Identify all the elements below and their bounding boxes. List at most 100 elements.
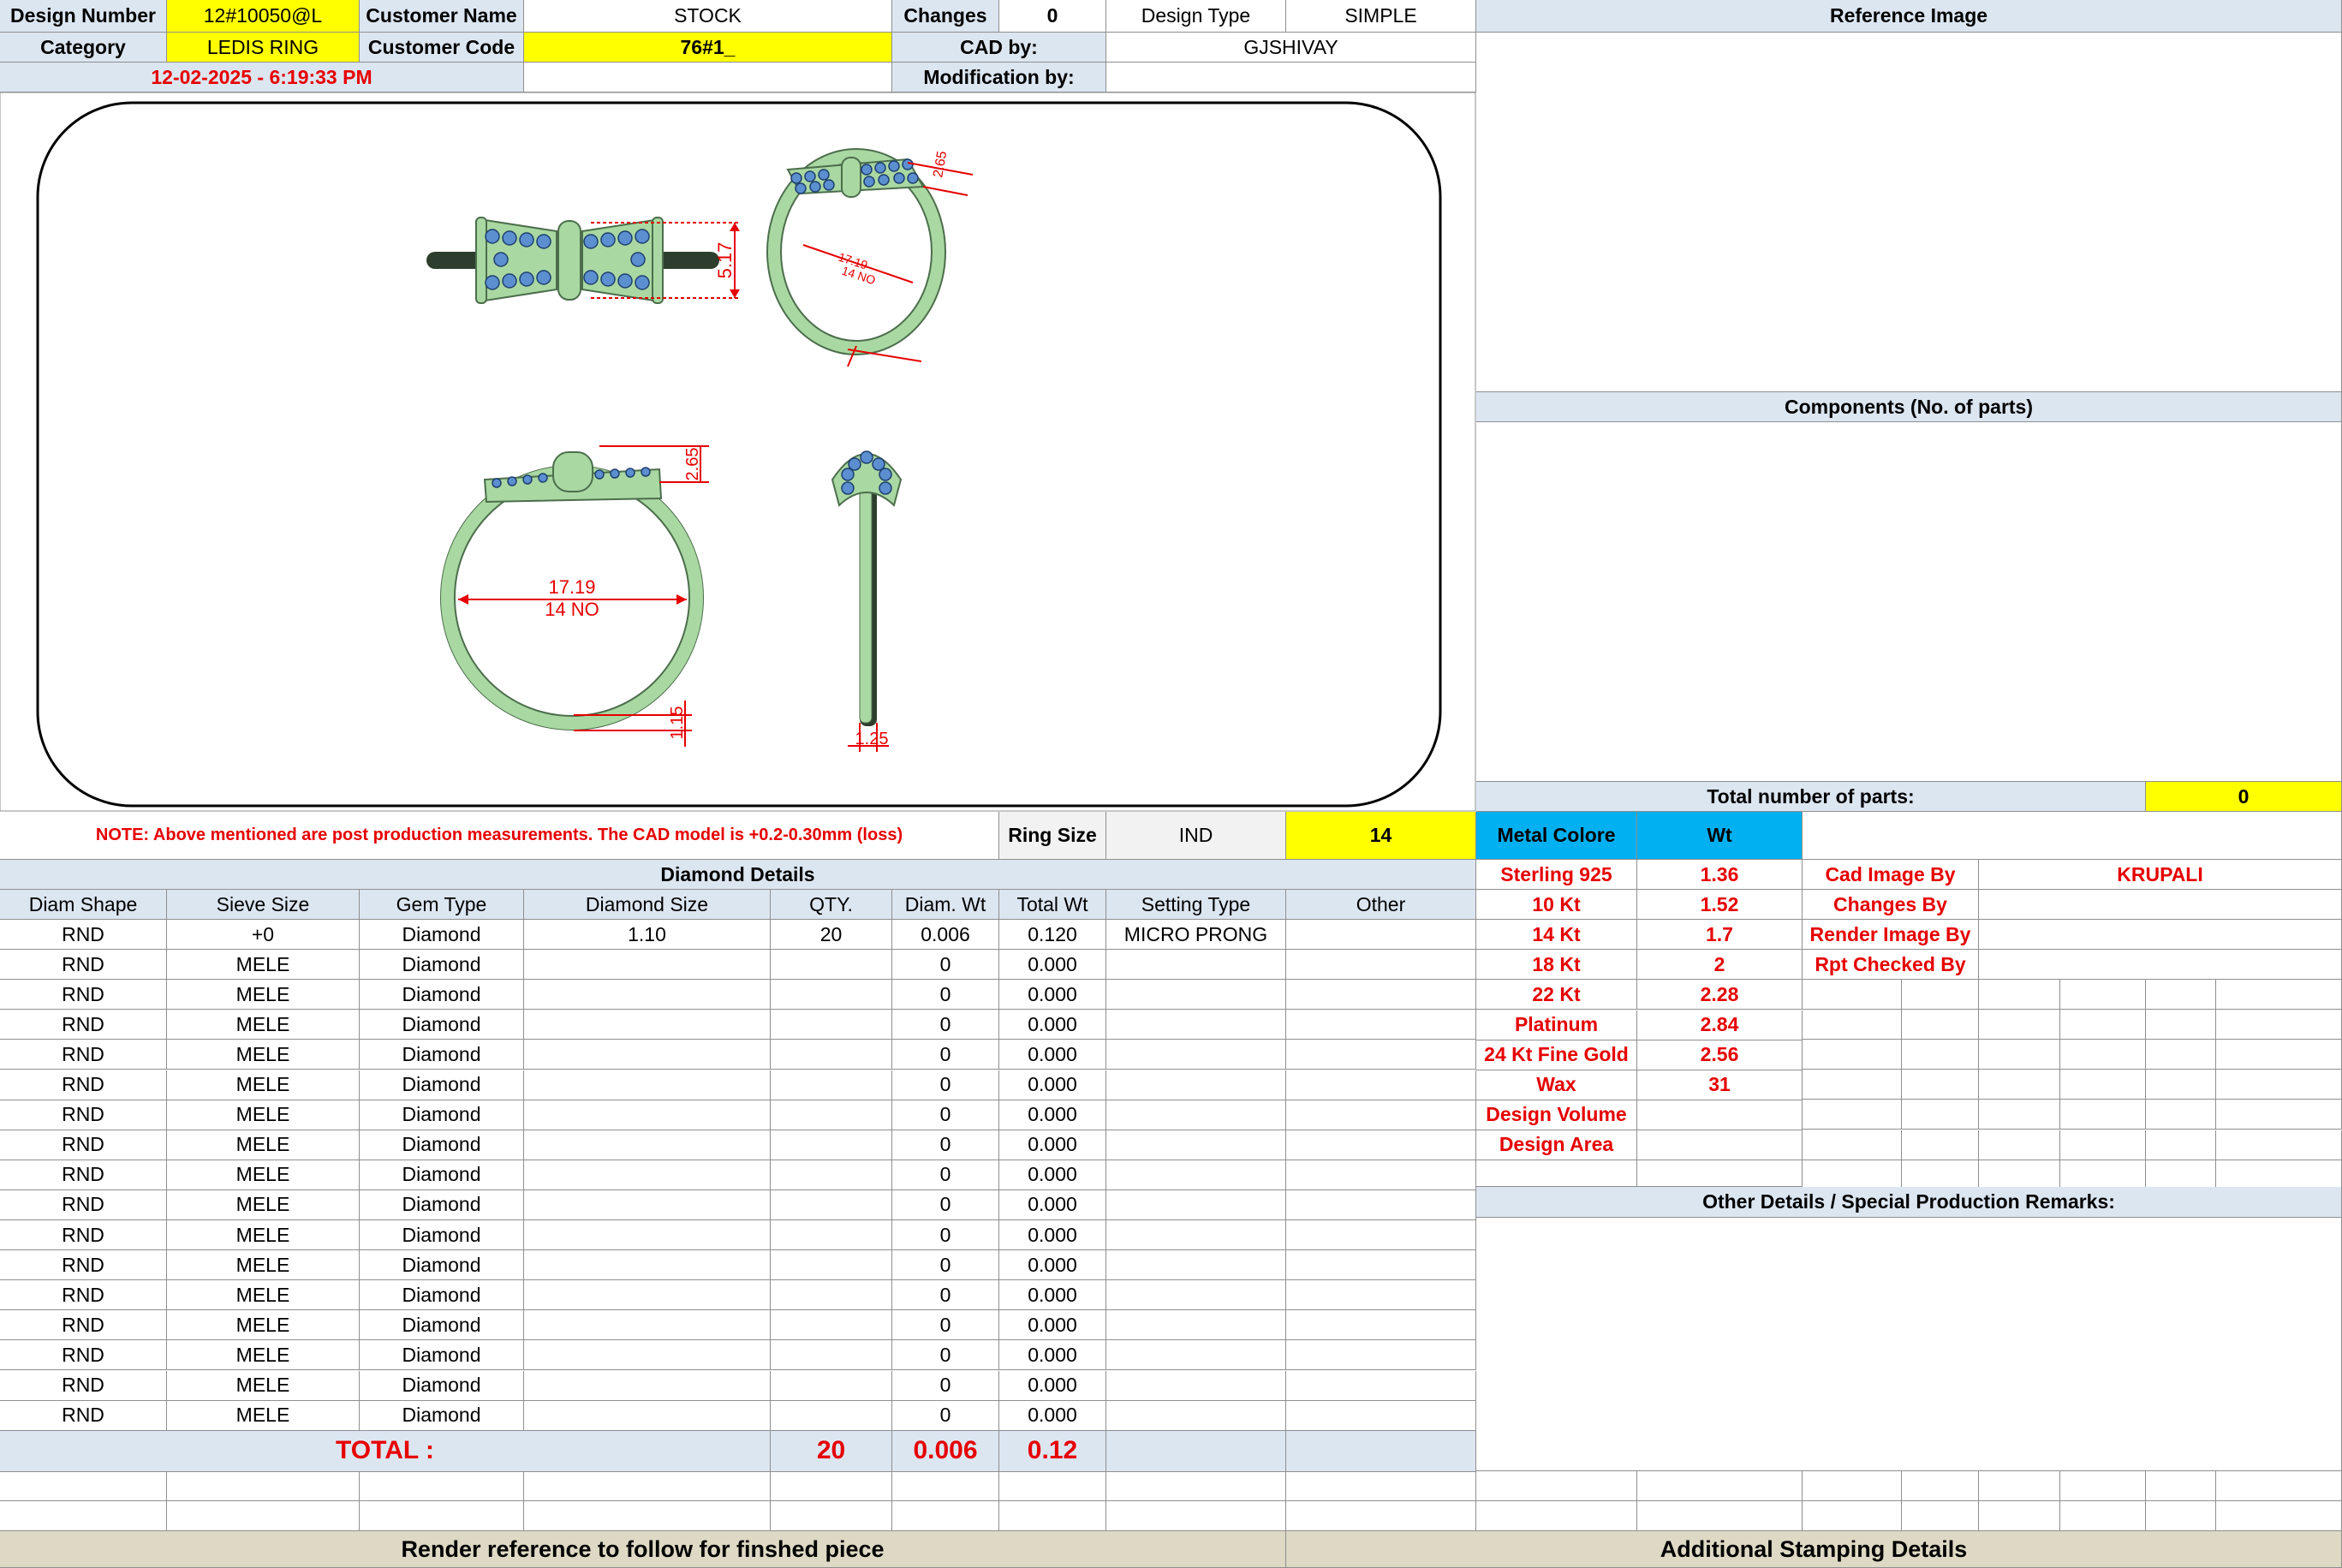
blank-cell[interactable]: [1979, 1040, 2060, 1070]
blank-cell[interactable]: [2060, 1070, 2146, 1100]
blank-cell[interactable]: [1803, 1130, 1902, 1160]
blank-cell[interactable]: [1286, 1471, 1476, 1501]
changes-value[interactable]: 0: [999, 0, 1106, 33]
blank-cell[interactable]: [2060, 1130, 2146, 1160]
blank-cell[interactable]: [1902, 1010, 1979, 1040]
blank-cell[interactable]: [1106, 1501, 1286, 1531]
diamond-cell[interactable]: [771, 1400, 892, 1431]
blank-cell[interactable]: [1902, 1100, 1979, 1130]
blank-cell[interactable]: [1979, 1471, 2060, 1501]
cad-by-value[interactable]: GJSHIVAY: [1106, 33, 1476, 63]
diamond-cell[interactable]: [524, 1010, 771, 1040]
blank-cell[interactable]: [1803, 1471, 1902, 1501]
design-number-value[interactable]: 12#10050@L: [167, 0, 360, 33]
blank-cell[interactable]: [1979, 1160, 2060, 1190]
blank-cell[interactable]: [0, 1501, 167, 1531]
diamond-cell[interactable]: [771, 1370, 892, 1401]
diamond-cell[interactable]: Diamond: [360, 980, 524, 1011]
blank-cell[interactable]: [2216, 1471, 2342, 1501]
diamond-cell[interactable]: [1106, 950, 1286, 981]
diamond-cell[interactable]: MELE: [167, 950, 360, 981]
blank-cell[interactable]: [1637, 1160, 1803, 1187]
blank-cell[interactable]: [1902, 1160, 1979, 1190]
diamond-cell[interactable]: [1106, 1400, 1286, 1431]
customer-code-value[interactable]: 76#1_: [524, 33, 892, 63]
diamond-cell[interactable]: [771, 1100, 892, 1130]
diamond-cell[interactable]: Diamond: [360, 1370, 524, 1401]
diamond-cell[interactable]: Diamond: [360, 1310, 524, 1341]
diamond-cell[interactable]: [1286, 1100, 1476, 1130]
diamond-cell[interactable]: MELE: [167, 1040, 360, 1070]
diamond-cell[interactable]: Diamond: [360, 1010, 524, 1040]
blank-cell[interactable]: [1803, 1501, 1902, 1531]
blank-cell[interactable]: [1106, 1430, 1286, 1472]
blank-cell[interactable]: [1902, 1471, 1979, 1501]
blank-cell[interactable]: [2146, 1100, 2216, 1130]
total-label[interactable]: TOTAL :: [0, 1430, 771, 1472]
diamond-cell[interactable]: [771, 1130, 892, 1160]
blank-cell[interactable]: [2060, 980, 2146, 1010]
blank-cell[interactable]: [1637, 1471, 1803, 1501]
diamond-cell[interactable]: [524, 1040, 771, 1070]
metal-name[interactable]: 10 Kt: [1476, 890, 1637, 921]
blank-cell[interactable]: [2216, 980, 2342, 1010]
diamond-cell[interactable]: [1286, 980, 1476, 1011]
metal-name[interactable]: Design Volume: [1476, 1100, 1637, 1130]
diamond-cell[interactable]: [771, 1070, 892, 1100]
diamond-cell[interactable]: [1286, 1160, 1476, 1190]
blank-cell[interactable]: [2060, 1501, 2146, 1531]
blank-cell[interactable]: [1902, 1040, 1979, 1070]
other-details-area[interactable]: [1476, 1218, 2342, 1471]
blank-cell[interactable]: [2146, 1160, 2216, 1190]
diamond-cell[interactable]: [524, 1340, 771, 1371]
blank-cell[interactable]: [1902, 1070, 1979, 1100]
diamond-cell[interactable]: [1106, 1250, 1286, 1281]
blank-cell[interactable]: [2146, 1040, 2216, 1070]
diamond-cell[interactable]: Diamond: [360, 1400, 524, 1431]
diamond-cell[interactable]: MELE: [167, 1070, 360, 1100]
blank-cell[interactable]: [892, 1501, 999, 1531]
diamond-cell[interactable]: MELE: [167, 1310, 360, 1341]
diamond-cell[interactable]: [524, 1250, 771, 1281]
blank-cell[interactable]: [1902, 1130, 1979, 1160]
diamond-cell[interactable]: [524, 1189, 771, 1220]
diamond-cell[interactable]: [1286, 1370, 1476, 1401]
blank-cell[interactable]: [0, 1471, 167, 1501]
blank-cell[interactable]: [1286, 1501, 1476, 1531]
diamond-cell[interactable]: [771, 1310, 892, 1341]
blank-cell[interactable]: [999, 1471, 1106, 1501]
diamond-col-header[interactable]: Setting Type: [1106, 890, 1286, 920]
diamond-cell[interactable]: [771, 1220, 892, 1251]
blank-cell[interactable]: [771, 1471, 892, 1501]
diamond-cell[interactable]: [524, 1280, 771, 1311]
blank-cell[interactable]: [2216, 1130, 2342, 1160]
blank-cell[interactable]: [360, 1501, 524, 1531]
category-value[interactable]: LEDIS RING: [167, 33, 360, 63]
diamond-cell[interactable]: Diamond: [360, 1340, 524, 1371]
diamond-cell[interactable]: [524, 1100, 771, 1130]
modification-by-value[interactable]: [1106, 63, 1476, 92]
diamond-cell[interactable]: Diamond: [360, 1189, 524, 1220]
diamond-cell[interactable]: MELE: [167, 1280, 360, 1311]
diamond-cell[interactable]: Diamond: [360, 1220, 524, 1251]
diamond-cell[interactable]: MELE: [167, 1130, 360, 1160]
diamond-cell[interactable]: [1286, 1310, 1476, 1341]
blank-cell[interactable]: [2216, 1040, 2342, 1070]
diamond-cell[interactable]: Diamond: [360, 950, 524, 981]
metal-weight[interactable]: [1637, 1100, 1803, 1130]
total-qty[interactable]: 20: [771, 1430, 892, 1472]
blank-cell[interactable]: [2146, 1070, 2216, 1100]
diamond-cell[interactable]: [524, 1130, 771, 1160]
diamond-cell[interactable]: +0: [167, 920, 360, 951]
blank-cell[interactable]: [1286, 1430, 1476, 1472]
ring-size-standard[interactable]: IND: [1106, 812, 1286, 860]
blank-cell[interactable]: [999, 1501, 1106, 1531]
diamond-cell[interactable]: [1286, 950, 1476, 981]
blank-cell[interactable]: [1979, 1070, 2060, 1100]
blank-cell[interactable]: [1803, 980, 1902, 1010]
diamond-col-header[interactable]: QTY.: [771, 890, 892, 920]
diamond-cell[interactable]: MELE: [167, 1010, 360, 1040]
diamond-cell[interactable]: [1286, 1250, 1476, 1281]
metal-name[interactable]: 22 Kt: [1476, 980, 1637, 1011]
total-wt[interactable]: 0.12: [999, 1430, 1106, 1472]
